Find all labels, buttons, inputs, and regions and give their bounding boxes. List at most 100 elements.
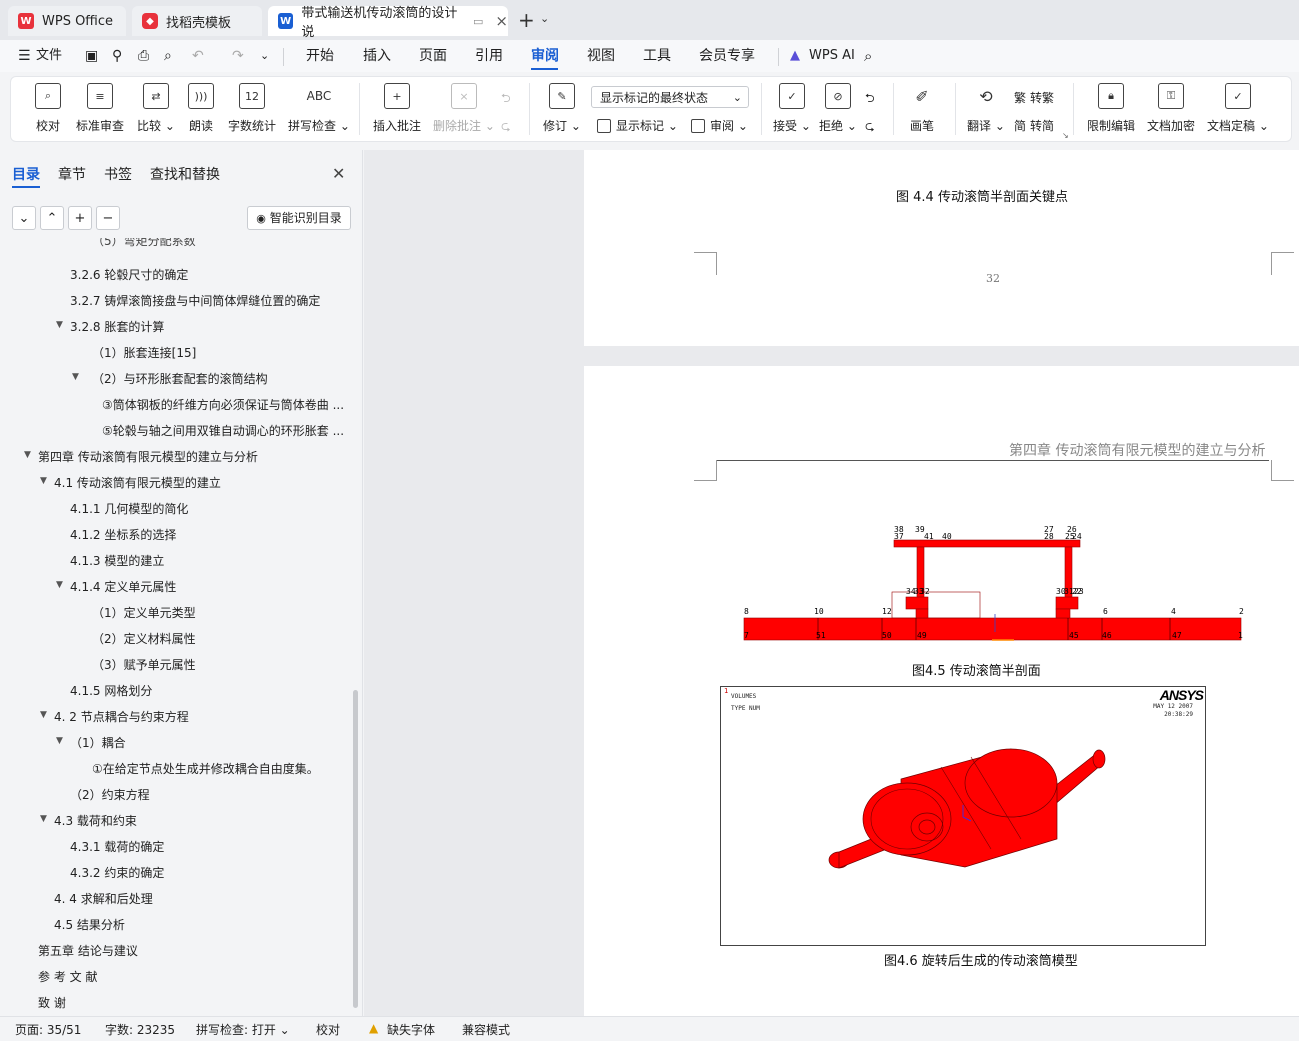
menu-file[interactable]: 文件 [36,40,62,72]
translate-button[interactable]: ⟲ 翻译 ⌄ [967,83,1005,134]
toc-item[interactable]: （1）定义单元类型 [92,604,196,621]
tab-wps-office[interactable]: W WPS Office [8,6,126,36]
toc-collapse-caret-icon[interactable]: ▼ [56,580,63,590]
toc-item[interactable]: （1）耦合 [70,734,126,751]
toc-item[interactable]: ①在给定节点处生成并修改耦合自由度集。 [92,760,319,777]
menu-page[interactable]: 页面 [419,40,447,72]
menu-member[interactable]: 会员专享 [699,40,755,72]
encrypt-button[interactable]: ⚿ 文档加密 [1147,83,1195,134]
toc-collapse-caret-icon[interactable]: ▼ [72,372,79,382]
toc-item[interactable]: 4. 2 节点耦合与约束方程 [54,708,189,725]
toc-item[interactable]: （2）定义材料属性 [92,630,196,647]
tab-bookmarks[interactable]: 书签 [104,164,132,184]
compare-button[interactable]: ⇄ 比较 ⌄ [137,83,175,134]
print-preview-icon[interactable]: ⌕ [164,40,172,72]
toc-item[interactable]: （3）赋予单元属性 [92,656,196,673]
restrict-edit-button[interactable]: 🔒︎ 限制编辑 [1087,83,1135,134]
prev-comment-icon[interactable]: ⮌ [501,89,511,110]
share-icon[interactable]: ⚲ [112,40,122,72]
toc-collapse-caret-icon[interactable]: ▼ [40,476,47,486]
toc-collapse-caret-icon[interactable]: ▼ [56,320,63,330]
tab-chapters[interactable]: 章节 [58,164,86,184]
next-comment-icon[interactable]: ⮎ [501,117,511,138]
smart-toc-button[interactable]: ◉ 智能识别目录 [247,206,351,230]
reject-button[interactable]: ⊘ 拒绝 ⌄ [819,83,857,134]
toc-item[interactable]: 4.3.2 约束的确定 [70,864,164,881]
toc-item[interactable]: 3.2.7 铸焊滚筒接盘与中间筒体焊缝位置的确定 [70,292,320,309]
toc-item[interactable]: （2）与环形胀套配套的滚筒结构 [92,370,268,387]
group-expand-icon[interactable]: ↘ [1062,131,1069,140]
read-aloud-button[interactable]: ))) 朗读 [188,83,214,134]
review-pane-button[interactable]: 审阅 ⌄ [691,117,748,134]
toc-item[interactable]: ⑤轮毂与轴之间用双锥自动调心的环形胀套 ... [102,422,344,439]
search-icon[interactable]: ⌕ [864,40,872,72]
toc-item[interactable]: 致 谢 [38,994,66,1011]
toc-item[interactable]: 4.1.1 几何模型的简化 [70,500,188,517]
menu-insert[interactable]: 插入 [363,40,391,72]
toc-item[interactable]: 3.2.6 轮毂尺寸的确定 [70,266,188,283]
toc-item[interactable]: 4.1 传动滚筒有限元模型的建立 [54,474,221,491]
toc-item[interactable]: 第四章 传动滚筒有限元模型的建立与分析 [38,448,258,465]
toc-item[interactable]: 4. 4 求解和后处理 [54,890,153,907]
status-word-count[interactable]: 字数: 23235 [105,1021,175,1038]
toc-item[interactable]: 第五章 结论与建议 [38,942,138,959]
status-spell-check[interactable]: 拼写检查: 打开 ⌄ [196,1021,290,1038]
menu-reference[interactable]: 引用 [475,40,503,72]
toc-collapse-caret-icon[interactable]: ▼ [56,736,63,746]
toc-item[interactable]: 4.3.1 载荷的确定 [70,838,164,855]
tab-find-replace[interactable]: 查找和替换 [150,164,220,184]
tab-template[interactable]: ◆ 找稻壳模板 [132,6,262,36]
collapse-all-button[interactable]: ⌃ [40,206,64,230]
save-icon[interactable]: ▣ [85,40,98,72]
track-changes-button[interactable]: ✎ 修订 ⌄ [543,83,581,134]
status-missing-font[interactable]: 缺失字体 [387,1021,435,1038]
menu-start[interactable]: 开始 [306,40,334,72]
add-heading-button[interactable]: + [68,206,92,230]
tab-toc[interactable]: 目录 [12,164,40,184]
remove-heading-button[interactable]: − [96,206,120,230]
redo-icon[interactable]: ↷ [232,40,244,72]
toc-collapse-caret-icon[interactable]: ▼ [40,814,47,824]
markup-state-select[interactable]: 显示标记的最终状态 ⌄ [591,86,749,108]
toc-item[interactable]: 4.5 结果分析 [54,916,125,933]
toc-item[interactable]: 4.1.2 坐标系的选择 [70,526,176,543]
toc-collapse-caret-icon[interactable]: ▼ [40,710,47,720]
tab-list-chevron-icon[interactable]: ⌄ [540,12,549,25]
to-simplified-button[interactable]: 简转简 [1014,117,1054,134]
toc-item[interactable]: 3.2.8 胀套的计算 [70,318,164,335]
expand-all-button[interactable]: ⌄ [12,206,36,230]
hamburger-icon[interactable]: ☰ [18,40,31,72]
menu-wps-ai[interactable]: WPS AI [809,40,855,72]
toc-item[interactable]: 4.3 载荷和约束 [54,812,137,829]
toc-item[interactable]: 4.1.5 网格划分 [70,682,152,699]
status-page[interactable]: 页面: 35/51 [15,1021,81,1038]
status-proofread[interactable]: 校对 [316,1021,340,1038]
accept-button[interactable]: ✓ 接受 ⌄ [773,83,811,134]
standard-review-button[interactable]: ≡ 标准审查 [76,83,124,134]
new-tab-button[interactable]: + [518,8,535,32]
next-change-icon[interactable]: ⮎ [865,117,875,138]
to-traditional-button[interactable]: 繁转繁 [1014,89,1054,106]
spell-check-button[interactable]: ABC 拼写检查 ⌄ [288,83,350,134]
toc-item[interactable]: （5）弯矩分配系数 [92,238,196,249]
status-compat-mode[interactable]: 兼容模式 [462,1021,510,1038]
word-count-button[interactable]: 12 字数统计 [228,83,276,134]
proofread-button[interactable]: ⌕ 校对 [35,83,61,134]
toc-item[interactable]: ③筒体钢板的纤维方向必须保证与筒体卷曲 ... [102,396,344,413]
insert-comment-button[interactable]: + 插入批注 [373,83,421,134]
pen-button[interactable]: ✐ 画笔 [909,83,935,134]
toc-item[interactable]: 4.1.4 定义单元属性 [70,578,176,595]
menu-tools[interactable]: 工具 [643,40,671,72]
toc-collapse-caret-icon[interactable]: ▼ [24,450,31,460]
monitor-icon[interactable]: ▭ [473,15,483,28]
tab-document[interactable]: W 带式输送机传动滚筒的设计 说 ▭ × [268,6,508,40]
more-chevron-icon[interactable]: ⌄ [260,40,269,72]
close-panel-icon[interactable]: ✕ [332,164,345,183]
undo-icon[interactable]: ↶ [192,40,204,72]
delete-comment-button[interactable]: × 删除批注 ⌄ [433,83,495,134]
toc-item[interactable]: 参 考 文 献 [38,968,97,985]
close-tab-icon[interactable]: × [495,12,508,30]
finalize-button[interactable]: ✓ 文档定稿 ⌄ [1207,83,1269,134]
toc-scrollbar[interactable] [353,690,358,1008]
show-markup-button[interactable]: 显示标记 ⌄ [597,117,678,134]
